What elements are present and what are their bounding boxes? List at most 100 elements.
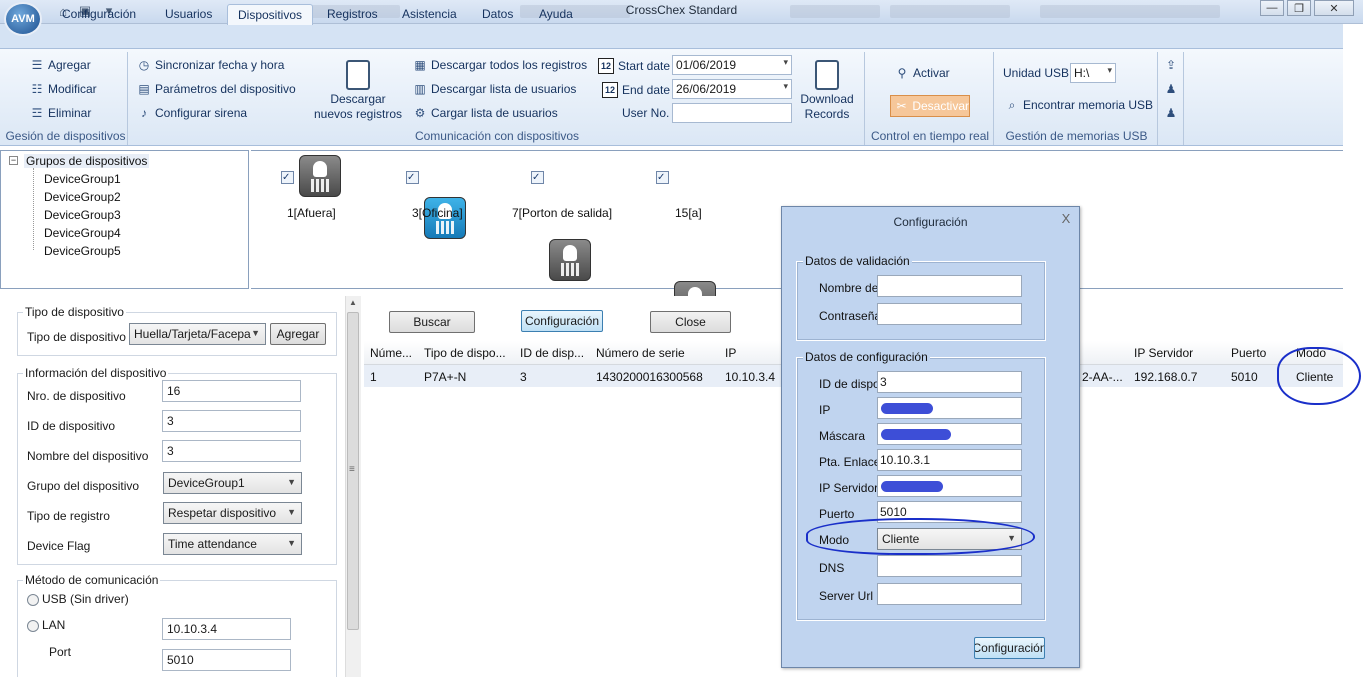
column-device-id[interactable]: ID de disp... <box>520 346 586 360</box>
minimize-button[interactable]: — <box>1260 0 1284 16</box>
dialog-ip-input[interactable] <box>877 397 1022 419</box>
configure-siren-button[interactable]: ♪ Configurar sirena <box>137 106 247 120</box>
tab-datos[interactable]: Datos <box>472 4 523 25</box>
tab-dispositivos[interactable]: Dispositivos <box>227 4 314 25</box>
device-checkbox[interactable]: ✓ <box>656 171 669 184</box>
tree-item-devicegroup4[interactable]: DeviceGroup4 <box>44 226 121 240</box>
column-number[interactable]: Núme... <box>370 346 416 360</box>
user-no-label: User No. <box>622 106 670 120</box>
tree-item-devicegroup1[interactable]: DeviceGroup1 <box>44 172 121 186</box>
dialog-server-ip-label: IP Servidor <box>819 481 879 495</box>
device-info-legend: Información del dispositivo <box>23 366 169 380</box>
dialog-server-url-input[interactable] <box>877 583 1022 605</box>
add-device-type-button[interactable]: Agregar <box>270 323 326 345</box>
cell-mac-partial: 2-AA-... <box>1082 370 1123 384</box>
dialog-dns-label: DNS <box>819 561 845 575</box>
dialog-close-button[interactable]: X <box>1058 211 1074 227</box>
record-type-label: Tipo de registro <box>27 509 110 523</box>
usb-user-icon[interactable]: ♟ <box>1164 82 1178 96</box>
close-window-button[interactable]: ✕ <box>1314 0 1354 16</box>
tab-usuarios[interactable]: Usuarios <box>155 4 222 25</box>
scroll-up-icon[interactable]: ▲ <box>349 298 357 307</box>
column-serial[interactable]: Número de serie <box>596 346 716 360</box>
port-label: Port <box>49 645 72 659</box>
tab-configuracion[interactable]: Configuración <box>52 4 146 25</box>
column-device-type[interactable]: Tipo de dispo... <box>424 346 512 360</box>
tab-asistencia[interactable]: Asistencia <box>392 4 467 25</box>
user-no-input[interactable] <box>672 103 792 123</box>
document-download-icon <box>346 60 370 90</box>
maximize-button[interactable]: ❐ <box>1287 0 1311 16</box>
device-name-label: Nombre del dispositivo <box>27 449 149 463</box>
usb-user-export-icon[interactable]: ⇪ <box>1164 58 1178 72</box>
usb-drive-select[interactable]: H:\ ▾ <box>1070 63 1116 83</box>
tab-registros[interactable]: Registros <box>317 4 388 25</box>
redaction-scribble <box>881 429 951 440</box>
port-input[interactable]: 5010 <box>162 649 291 671</box>
device-checkbox[interactable]: ✓ <box>531 171 544 184</box>
tree-root[interactable]: Grupos de dispositivos <box>24 154 150 168</box>
device-offline-icon[interactable] <box>549 239 591 281</box>
delete-device-button[interactable]: ☲ Eliminar <box>30 106 92 120</box>
device-offline-icon[interactable] <box>299 155 341 197</box>
activate-button[interactable]: ⚲ Activar <box>895 66 950 80</box>
column-port[interactable]: Puerto <box>1231 346 1286 360</box>
dialog-password-input[interactable] <box>877 303 1022 325</box>
modify-device-button[interactable]: ☷ Modificar <box>30 82 97 96</box>
download-records-button[interactable]: Download Records <box>796 60 858 122</box>
device-checkbox[interactable]: ✓ <box>406 171 419 184</box>
device-number-input[interactable]: 16 <box>162 380 301 402</box>
tree-collapse-icon[interactable]: − <box>9 156 18 165</box>
device-params-button[interactable]: ▤ Parámetros del dispositivo <box>137 82 295 96</box>
dialog-name-input[interactable] <box>877 275 1022 297</box>
link-icon: ⚲ <box>897 66 907 80</box>
close-button[interactable]: Close <box>650 311 731 333</box>
app-logo[interactable]: AVM <box>4 2 42 36</box>
tree-item-devicegroup2[interactable]: DeviceGroup2 <box>44 190 121 204</box>
splitter-grip-icon[interactable]: ≡ <box>349 464 355 475</box>
usb-radio[interactable] <box>27 594 39 606</box>
device-name-input[interactable]: 3 <box>162 440 301 462</box>
usb-user-import-icon[interactable]: ♟ <box>1164 106 1178 120</box>
add-device-button[interactable]: ☰ Agregar <box>30 58 91 72</box>
sync-time-button[interactable]: ◷ Sincronizar fecha y hora <box>137 58 285 72</box>
group-label: Gesión de dispositivos <box>5 129 126 143</box>
device-type-select[interactable]: Huella/Tarjeta/Facepa ▼ <box>129 323 266 345</box>
tree-item-devicegroup5[interactable]: DeviceGroup5 <box>44 244 121 258</box>
device-id-input[interactable]: 3 <box>162 410 301 432</box>
lan-radio[interactable] <box>27 620 39 632</box>
search-button[interactable]: Buscar <box>389 311 475 333</box>
device-checkbox[interactable]: ✓ <box>281 171 294 184</box>
dialog-dns-input[interactable] <box>877 555 1022 577</box>
tree-item-devicegroup3[interactable]: DeviceGroup3 <box>44 208 121 222</box>
find-usb-button[interactable]: ⌕ Encontrar memoria USB <box>1005 98 1153 113</box>
deactivate-button[interactable]: ✂ Desactivar <box>890 95 970 117</box>
column-server-ip[interactable]: IP Servidor <box>1134 346 1220 360</box>
lan-ip-input[interactable]: 10.10.3.4 <box>162 618 291 640</box>
device-group-label: Grupo del dispositivo <box>27 479 140 493</box>
dialog-gateway-input[interactable]: 10.10.3.1 <box>877 449 1022 471</box>
configuration-button[interactable]: Configuración <box>521 310 603 332</box>
download-users-button[interactable]: ▥ Descargar lista de usuarios <box>413 82 576 96</box>
delete-list-icon: ☲ <box>31 106 43 120</box>
start-date-label: 12 Start date <box>598 58 670 74</box>
dialog-mask-input[interactable] <box>877 423 1022 445</box>
tab-ayuda[interactable]: Ayuda <box>529 4 583 25</box>
column-ip[interactable]: IP <box>725 346 775 360</box>
dialog-submit-button[interactable]: Configuración <box>974 637 1045 659</box>
download-new-records-button[interactable]: Descargar nuevos registros <box>310 60 406 122</box>
dialog-mask-label: Máscara <box>819 429 866 443</box>
calendar-icon: 12 <box>598 58 614 74</box>
user-list-icon: ▥ <box>414 82 426 96</box>
record-type-select[interactable]: Respetar dispositivo ▼ <box>163 502 302 524</box>
device-flag-select[interactable]: Time attendance ▼ <box>163 533 302 555</box>
calendar-icon: 12 <box>602 82 618 98</box>
dialog-server-ip-input[interactable] <box>877 475 1022 497</box>
end-date-picker[interactable]: 26/06/2019 ▾ <box>672 79 792 99</box>
device-group-select[interactable]: DeviceGroup1 ▼ <box>163 472 302 494</box>
dialog-device-id-input[interactable]: 3 <box>877 371 1022 393</box>
config-data-legend: Datos de configuración <box>803 350 930 364</box>
upload-users-button[interactable]: ⚙ Cargar lista de usuarios <box>413 106 558 120</box>
start-date-picker[interactable]: 01/06/2019 ▾ <box>672 55 792 75</box>
download-all-records-button[interactable]: ▦ Descargar todos los registros <box>413 58 587 72</box>
